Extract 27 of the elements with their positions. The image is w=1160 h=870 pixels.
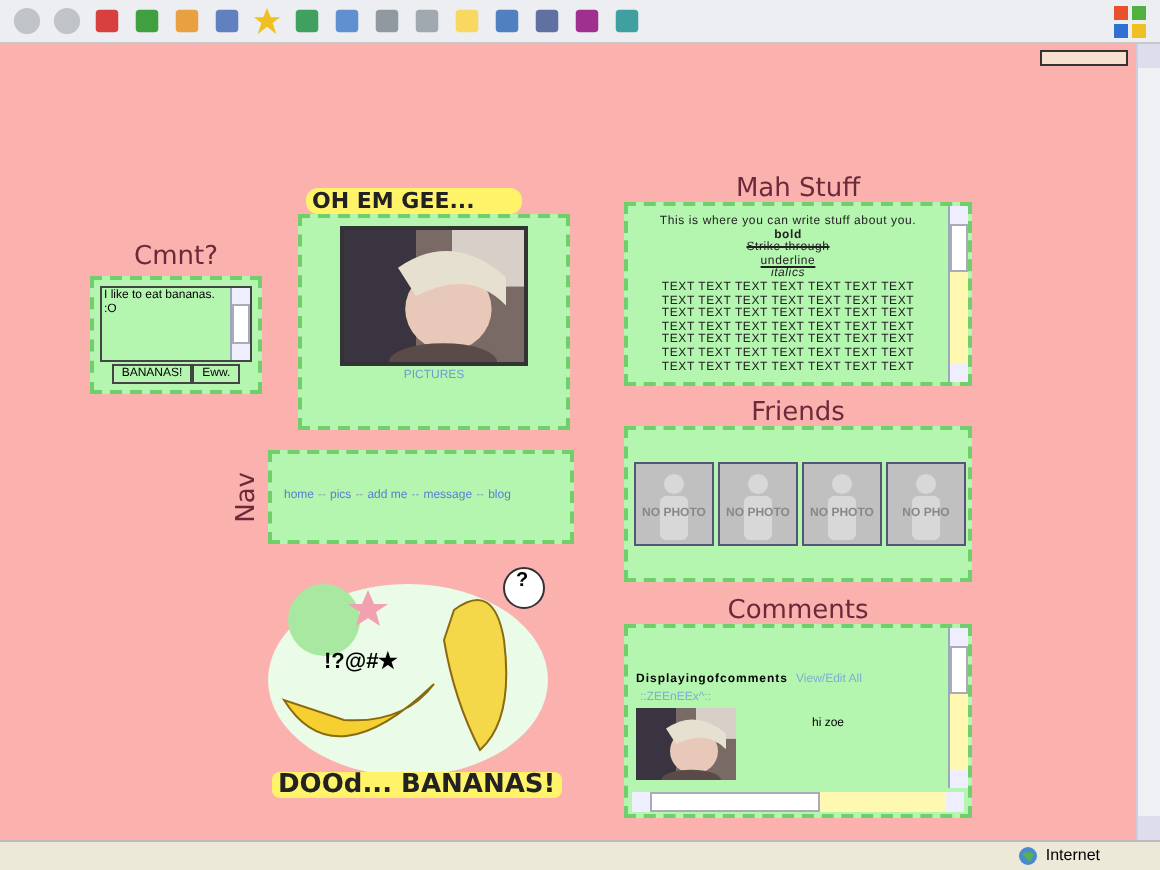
nav-heading: Nav xyxy=(234,471,264,523)
symbols-text: !?@#★ xyxy=(324,652,399,674)
mini-banner xyxy=(1040,50,1128,66)
friends-heading: Friends xyxy=(751,400,845,426)
about-heading: Mah Stuff xyxy=(735,176,861,202)
comment-heading: Cmnt? xyxy=(134,244,218,270)
comments-heading: Comments xyxy=(727,598,869,624)
scrollbar[interactable] xyxy=(230,288,250,360)
banner-caption: DOOd... BANANAS! xyxy=(272,772,562,798)
toolbar-icon[interactable] xyxy=(212,6,242,36)
toolbar-icon[interactable] xyxy=(292,6,322,36)
photo-heading: OH EM GEE... xyxy=(306,188,522,214)
toolbar-icon[interactable] xyxy=(332,6,362,36)
toolbar-icon[interactable] xyxy=(492,6,522,36)
toolbar-icon[interactable] xyxy=(532,6,562,36)
toolbar-icon[interactable] xyxy=(612,6,642,36)
horizontal-scrollbar[interactable] xyxy=(632,792,964,812)
toolbar-icon[interactable] xyxy=(372,6,402,36)
toolbar-icon[interactable] xyxy=(572,6,602,36)
scrollbar[interactable] xyxy=(948,628,968,788)
scrollbar[interactable] xyxy=(948,206,968,382)
toolbar-icon[interactable] xyxy=(132,6,162,36)
zone-label: Internet xyxy=(1045,844,1100,868)
speech-bubble-text: ? xyxy=(516,572,529,592)
toolbar-icon[interactable] xyxy=(92,6,122,36)
windows-logo-icon xyxy=(1112,3,1148,39)
globe-icon xyxy=(1017,846,1038,866)
